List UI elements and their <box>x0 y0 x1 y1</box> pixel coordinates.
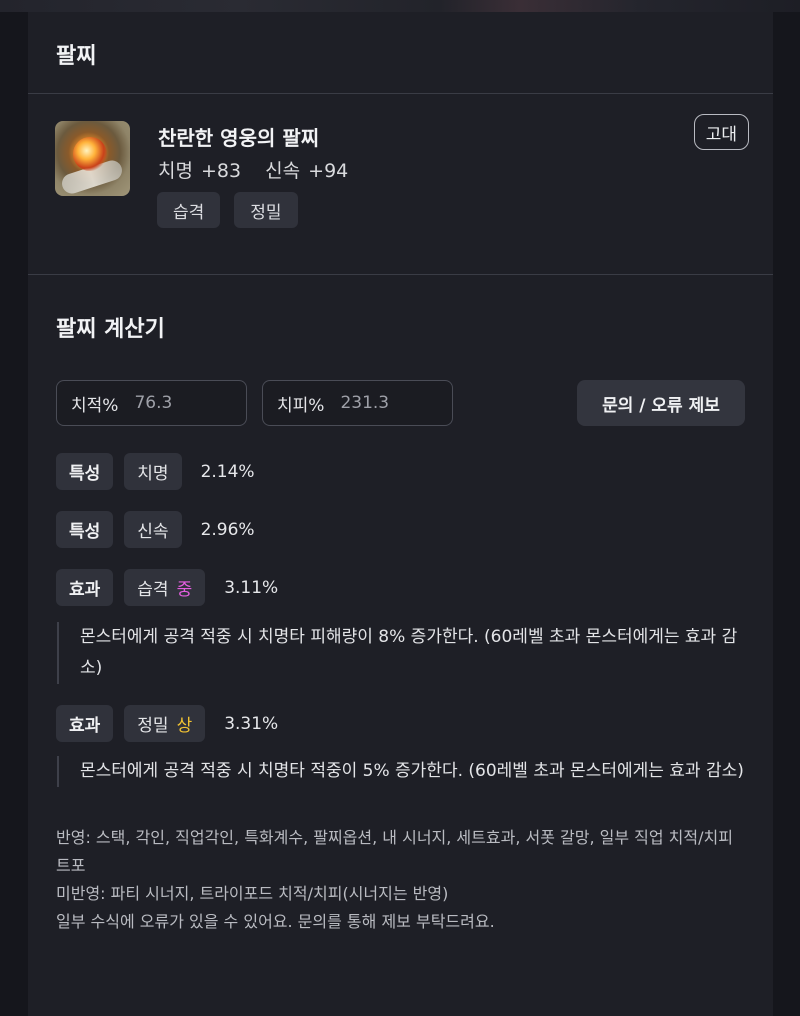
crit-damage-label: 치피% <box>277 395 325 416</box>
row-value: 2.96% <box>200 519 255 540</box>
panel-header: 팔찌 <box>28 12 773 94</box>
row-name-chip: 신속 <box>124 511 182 548</box>
item-stat-swiftness: 신속 +94 <box>265 160 349 182</box>
item-tags: 습격 정밀 <box>157 192 298 228</box>
calc-row-precision: 효과 정밀 상 3.31% <box>56 705 745 742</box>
bracelet-icon <box>55 121 130 196</box>
item-name: 찬란한 영웅의 팔찌 <box>158 126 320 150</box>
calc-row-ambush: 효과 습격 중 3.11% <box>56 569 745 606</box>
level-badge-high: 상 <box>176 716 193 736</box>
bracelet-calculator: 팔찌 계산기 치적% 76.3 치피% 231.3 문의 / 오류 제보 특성 … <box>28 275 773 936</box>
item-tag: 정밀 <box>234 192 298 228</box>
top-backdrop-strip <box>0 0 800 12</box>
calculator-inputs: 치적% 76.3 치피% 231.3 문의 / 오류 제보 <box>56 380 745 426</box>
notes-disclaimer: 일부 수식에 오류가 있을 수 있어요. 문의를 통해 제보 부탁드려요. <box>56 912 495 931</box>
row-value: 3.31% <box>224 713 279 734</box>
row-kind-chip: 효과 <box>56 569 114 606</box>
effect-description: 몬스터에게 공격 적중 시 치명타 피해량이 8% 증가한다. (60레벨 초과… <box>57 622 745 684</box>
row-name: 정밀 <box>137 716 169 736</box>
bracelet-item: 찬란한 영웅의 팔찌 치명 +83 신속 +94 습격 정밀 고대 <box>28 94 773 275</box>
row-value: 2.14% <box>200 461 255 482</box>
crit-rate-input[interactable]: 치적% 76.3 <box>56 380 247 426</box>
effect-description: 몬스터에게 공격 적중 시 치명타 적중이 5% 증가한다. (60레벨 초과 … <box>57 756 745 787</box>
panel-title: 팔찌 <box>56 44 97 69</box>
row-kind-chip: 특성 <box>56 453 114 490</box>
row-name-chip: 정밀 상 <box>124 705 206 742</box>
row-kind-chip: 특성 <box>56 511 114 548</box>
bracelet-panel: 팔찌 찬란한 영웅의 팔찌 치명 +83 신속 +94 습격 정밀 고대 팔찌 … <box>28 12 773 1016</box>
row-value: 3.11% <box>224 577 279 598</box>
level-badge-mid: 중 <box>176 580 193 600</box>
item-stat-crit: 치명 +83 <box>158 160 242 182</box>
calculator-title: 팔찌 계산기 <box>56 317 165 342</box>
crit-rate-value[interactable]: 76.3 <box>134 393 172 413</box>
crit-rate-label: 치적% <box>71 395 119 416</box>
item-tag: 습격 <box>157 192 221 228</box>
item-stats: 치명 +83 신속 +94 <box>158 156 364 183</box>
crit-damage-value[interactable]: 231.3 <box>340 393 389 413</box>
crit-damage-input[interactable]: 치피% 231.3 <box>262 380 453 426</box>
calculator-notes: 반영: 스택, 각인, 직업각인, 특화계수, 팔찌옵션, 내 시너지, 세트효… <box>56 824 745 936</box>
row-name-chip: 습격 중 <box>124 569 206 606</box>
row-name-chip: 치명 <box>124 453 182 490</box>
row-name: 습격 <box>137 580 169 600</box>
notes-not-applied: 미반영: 파티 시너지, 트라이포드 치적/치피(시너지는 반영) <box>56 884 449 903</box>
calc-row-swiftness: 특성 신속 2.96% <box>56 511 745 548</box>
grade-badge: 고대 <box>693 114 749 150</box>
calc-row-crit: 특성 치명 2.14% <box>56 453 745 490</box>
report-button[interactable]: 문의 / 오류 제보 <box>577 380 745 426</box>
notes-applied: 반영: 스택, 각인, 직업각인, 특화계수, 팔찌옵션, 내 시너지, 세트효… <box>56 828 733 875</box>
row-kind-chip: 효과 <box>56 705 114 742</box>
